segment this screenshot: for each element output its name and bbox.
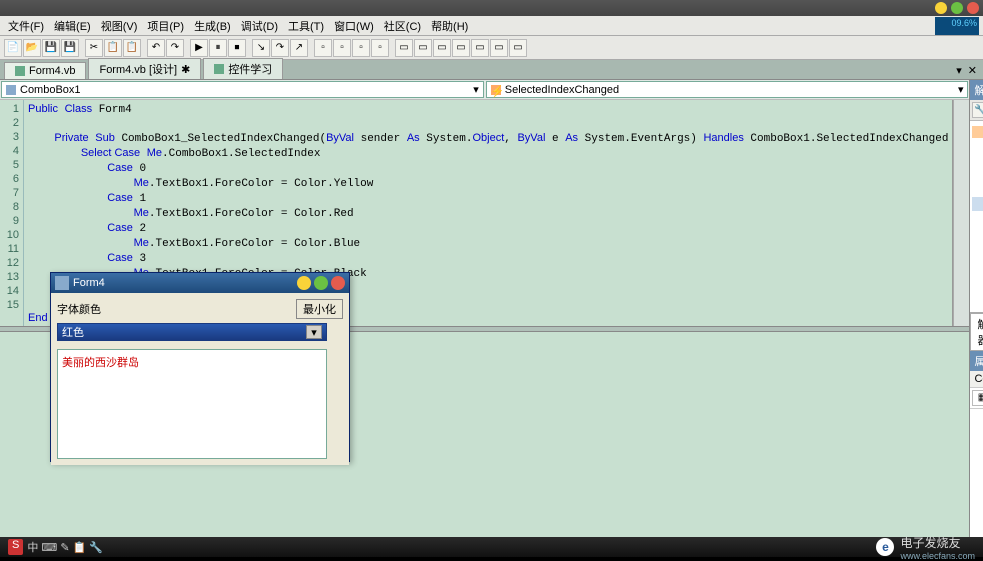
form-maximize-button[interactable] [314,276,328,290]
elecfans-logo-icon: e [876,538,894,556]
tb-redo-icon[interactable]: ↷ [166,39,184,57]
menu-file[interactable]: 文件(F) [4,16,48,36]
form4-titlebar[interactable]: Form4 [51,273,349,293]
window-maximize-button[interactable] [951,2,963,14]
class-icon [6,85,16,95]
window-titlebar [0,0,983,16]
window-minimize-button[interactable] [935,2,947,14]
ime-tools[interactable]: 中 ⌨ ✎ 📋 🔧 [25,539,105,555]
form4-runtime-window[interactable]: Form4 字体颜色 最小化 红色 ▾ 美丽的西沙群岛 [50,272,350,462]
doc-tab-form4-design[interactable]: Form4.vb [设计]✱ [88,58,201,79]
label-font-color: 字体颜色 [57,301,101,317]
tab-close-icon[interactable]: ✕ [966,64,979,77]
tb-win2-icon[interactable]: ▭ [414,39,432,57]
tb-win3-icon[interactable]: ▭ [433,39,451,57]
tb-misc3-icon[interactable]: ▫ [352,39,370,57]
chevron-down-icon[interactable]: ▾ [306,325,322,339]
chevron-down-icon: ▾ [473,83,479,96]
menu-build[interactable]: 生成(B) [190,16,235,36]
code-object-dropdown[interactable]: ComboBox1▾ [1,81,484,98]
line-number-gutter: 123456789101112131415 [0,100,24,326]
prop-categorized-icon[interactable]: ▦ [972,390,983,406]
unsaved-icon: ✱ [181,63,190,76]
tb-undo-icon[interactable]: ↶ [147,39,165,57]
form-minimize-button[interactable] [297,276,311,290]
project-icon [214,64,224,74]
tb-stop-icon[interactable]: ⏹ [228,39,246,57]
tb-win1-icon[interactable]: ▭ [395,39,413,57]
combobox1[interactable]: 红色 ▾ [57,323,327,341]
tb-paste-icon[interactable]: 📋 [123,39,141,57]
tb-saveall-icon[interactable]: 💾 [61,39,79,57]
combobox1-value: 红色 [62,324,84,340]
tree-project-root[interactable]: 控件学习 [972,123,983,141]
cpu-widget: 09.6% [935,17,979,35]
tree-item-form1[interactable]: Form1.vb [972,155,983,169]
tb-stepinto-icon[interactable]: ↘ [252,39,270,57]
tb-copy-icon[interactable]: 📋 [104,39,122,57]
properties-title: 属性📌 ✕ [970,351,983,371]
watermark-brand: 电子发烧友 [900,534,975,551]
tb-pause-icon[interactable]: ⏸ [209,39,227,57]
solution-explorer-title: 解决方案资源管理器📌 ✕ [970,80,983,100]
menubar: 文件(F) 编辑(E) 视图(V) 项目(P) 生成(B) 调试(D) 工具(T… [0,16,983,36]
tree-item-form2[interactable]: Form2.vb [972,169,983,183]
tb-win6-icon[interactable]: ▭ [490,39,508,57]
doc-tab-startpage[interactable]: 控件学习 [203,58,283,79]
tb-win5-icon[interactable]: ▭ [471,39,489,57]
tb-misc4-icon[interactable]: ▫ [371,39,389,57]
menu-edit[interactable]: 编辑(E) [50,16,95,36]
doc-tab-form4-code[interactable]: Form4.vb [4,62,86,79]
tb-win7-icon[interactable]: ▭ [509,39,527,57]
tb-misc2-icon[interactable]: ▫ [333,39,351,57]
event-icon: ⚡ [491,85,501,95]
tb-save-icon[interactable]: 💾 [42,39,60,57]
menu-project[interactable]: 项目(P) [143,16,188,36]
menu-window[interactable]: 窗口(W) [330,16,378,36]
menu-debug[interactable]: 调试(D) [237,16,282,36]
solution-tree[interactable]: 控件学习 My Project Form1.vb Form2.vb Form3.… [970,121,983,312]
tb-run-icon[interactable]: ▶ [190,39,208,57]
menu-tools[interactable]: 工具(T) [284,16,328,36]
tab-solution-explorer[interactable]: 解决方案资源管理器 [970,313,983,351]
window-close-button[interactable] [967,2,979,14]
form4-title: Form4 [73,277,105,289]
se-properties-icon[interactable]: 🔧 [972,102,983,118]
form-icon [55,276,69,290]
code-event-dropdown[interactable]: ⚡SelectedIndexChanged▾ [486,81,969,98]
taskbar: S 中 ⌨ ✎ 📋 🔧 e 电子发烧友 www.elecfans.com [0,537,983,557]
project-icon [972,126,983,138]
menu-view[interactable]: 视图(V) [97,16,142,36]
tb-stepout-icon[interactable]: ↗ [290,39,308,57]
tb-new-icon[interactable]: 📄 [4,39,22,57]
tb-open-icon[interactable]: 📂 [23,39,41,57]
properties-object-selector[interactable]: ComboBox1_SelectedIndexChan [970,371,983,388]
chevron-down-icon: ▾ [958,83,964,96]
toolbar: 📄 📂 💾 💾 ✂ 📋 📋 ↶ ↷ ▶ ⏸ ⏹ ↘ ↷ ↗ ▫ ▫ ▫ ▫ ▭ … [0,36,983,60]
tree-item-form4[interactable]: Form4.vb [972,197,983,211]
watermark-url: www.elecfans.com [900,551,975,561]
tree-item-myproject[interactable]: My Project [972,141,983,155]
minimize-button[interactable]: 最小化 [296,299,343,319]
form-close-button[interactable] [331,276,345,290]
solution-toolbar: 🔧 ▦ ⟳ ▤ ▥ [970,100,983,121]
document-tabs: Form4.vb Form4.vb [设计]✱ 控件学习 ▾ ✕ [0,60,983,80]
menu-community[interactable]: 社区(C) [380,16,425,36]
textbox1[interactable]: 美丽的西沙群岛 [57,349,327,459]
tree-item-form3[interactable]: Form3.vb [972,183,983,197]
menu-help[interactable]: 帮助(H) [427,16,472,36]
tab-dropdown-icon[interactable]: ▾ [954,64,964,77]
tb-misc1-icon[interactable]: ▫ [314,39,332,57]
tb-win4-icon[interactable]: ▭ [452,39,470,57]
vertical-scrollbar[interactable] [953,100,969,326]
tb-cut-icon[interactable]: ✂ [85,39,103,57]
tb-stepover-icon[interactable]: ↷ [271,39,289,57]
vb-file-icon [15,66,25,76]
ime-indicator[interactable]: S [8,539,23,555]
